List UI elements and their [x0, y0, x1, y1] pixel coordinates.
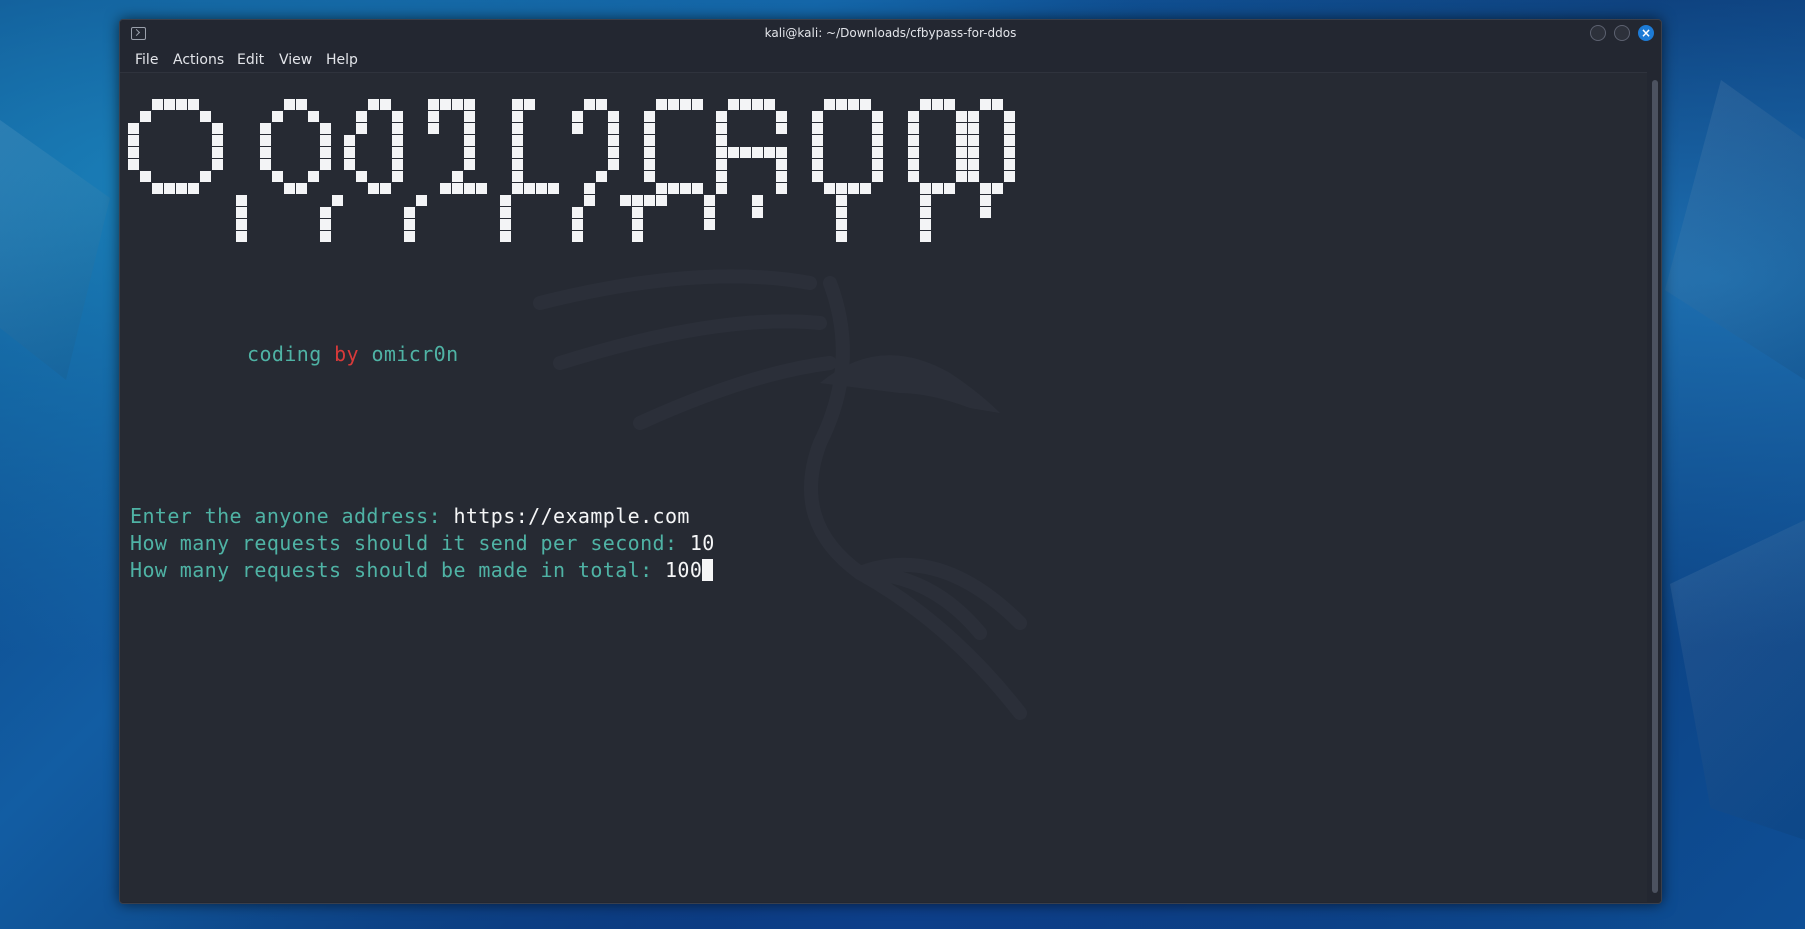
kali-dragon-icon [533, 269, 1027, 720]
credit-by: by [334, 342, 359, 366]
ascii-banner-row [128, 135, 1016, 147]
ascii-banner-row [128, 231, 1016, 243]
wallpaper-shard [0, 120, 110, 380]
close-icon[interactable]: × [1638, 25, 1654, 41]
ascii-banner-row [128, 219, 1016, 231]
scrollbar-thumb[interactable] [1652, 80, 1658, 893]
ascii-banner-row [128, 171, 1016, 183]
wallpaper-shard [1665, 80, 1805, 380]
ascii-banner-row [128, 207, 1016, 219]
terminal-area[interactable]: coding by omicr0n Enter the anyone addre… [120, 72, 1647, 902]
prompt-label: Enter the anyone address: [130, 504, 442, 528]
prompt-address: Enter the anyone address: https://exampl… [130, 504, 690, 528]
ascii-banner-row [128, 183, 1016, 195]
menu-view[interactable]: View [279, 52, 312, 68]
text-cursor [702, 559, 714, 581]
menu-help[interactable]: Help [326, 52, 358, 68]
prompt-value: https://example.com [453, 504, 690, 528]
credit-coding: coding [247, 342, 322, 366]
ascii-banner-row [128, 195, 1016, 207]
menubar: File Actions Edit View Help [120, 50, 1661, 74]
maximize-icon[interactable] [1614, 25, 1630, 41]
prompt-rate: How many requests should it send per sec… [130, 531, 715, 555]
ascii-banner-row [128, 111, 1016, 123]
menu-file[interactable]: File [135, 52, 158, 68]
wallpaper-shard [1670, 520, 1805, 840]
prompt-value: 10 [689, 531, 715, 555]
window-title: kali@kali: ~/Downloads/cfbypass-for-ddos [764, 26, 1017, 40]
ascii-banner-row [128, 99, 1016, 111]
titlebar[interactable]: kali@kali: ~/Downloads/cfbypass-for-ddos… [120, 20, 1661, 48]
ascii-banner-row [128, 147, 1016, 159]
ascii-banner-row [128, 123, 1016, 135]
prompt-total: How many requests should be made in tota… [130, 558, 714, 582]
terminal-window: kali@kali: ~/Downloads/cfbypass-for-ddos… [119, 19, 1662, 904]
prompt-label: How many requests should be made in tota… [130, 558, 653, 582]
prompt-label: How many requests should it send per sec… [130, 531, 678, 555]
prompt-value: 100 [664, 558, 703, 582]
scrollbar[interactable] [1649, 72, 1661, 901]
omicron-ascii-banner [128, 99, 1016, 243]
ascii-banner-row [128, 159, 1016, 171]
minimize-icon[interactable] [1590, 25, 1606, 41]
menu-edit[interactable]: Edit [237, 52, 264, 68]
credit-line: coding by omicr0n [247, 342, 459, 366]
menu-actions[interactable]: Actions [173, 52, 224, 68]
credit-author: omicr0n [371, 342, 459, 366]
